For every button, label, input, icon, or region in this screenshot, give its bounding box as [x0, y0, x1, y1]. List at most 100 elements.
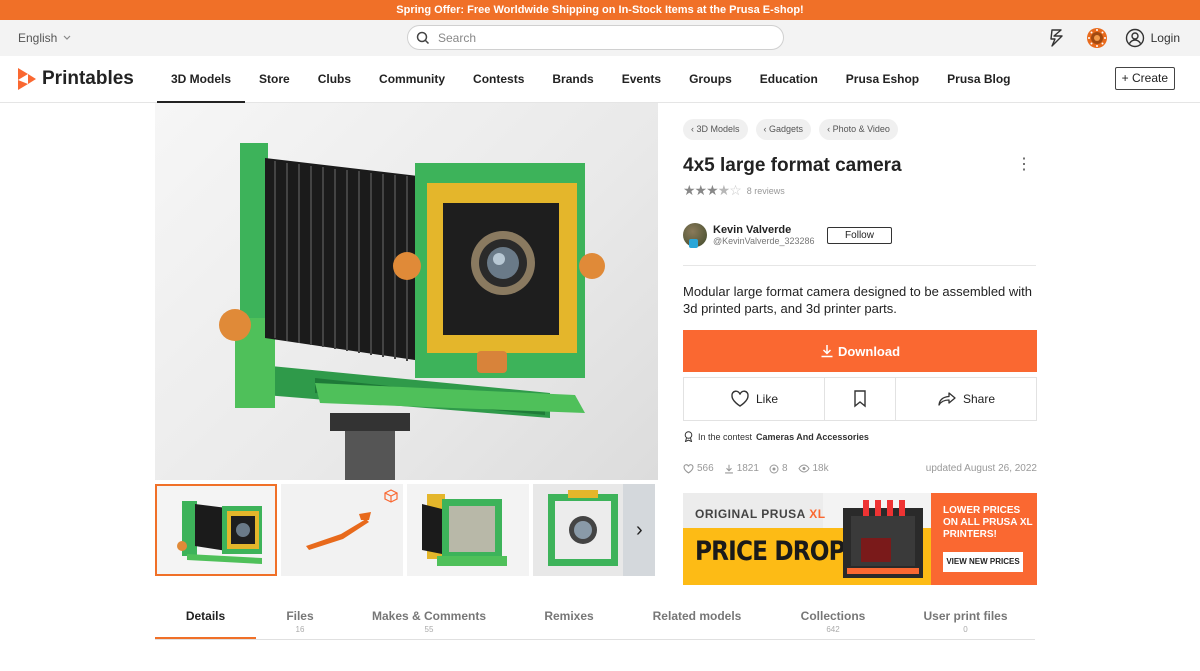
nav-links: 3D Models Store Clubs Community Contests… [157, 56, 1025, 103]
promo-banner[interactable]: Spring Offer: Free Worldwide Shipping on… [0, 0, 1200, 20]
model-rating[interactable]: ★★★★☆ 8 reviews [683, 182, 785, 199]
breadcrumb-photo-video[interactable]: ‹ Photo & Video [819, 119, 898, 140]
model-tabs: Details Files 16 Makes & Comments 55 Remix… [155, 603, 1035, 640]
prusa-xl-ad-banner[interactable]: ORIGINAL PRUSA XL PRICE DROP! LOWER PRIC… [683, 493, 1037, 585]
tab-label: Makes & Comments [371, 609, 487, 623]
tab-user-print-files[interactable]: User print files 0 [896, 603, 1035, 639]
download-button[interactable]: Download [683, 330, 1037, 372]
like-button[interactable]: Like [684, 378, 825, 420]
user-controls: Login [1045, 26, 1180, 50]
nav-item-store[interactable]: Store [245, 56, 304, 103]
views-stat: 18k [797, 463, 829, 474]
thumbnail-2[interactable] [281, 484, 403, 576]
tab-count: 55 [424, 625, 434, 634]
prusameters-badge-icon[interactable] [1085, 26, 1109, 50]
language-selector[interactable]: English [18, 31, 71, 45]
brand-name: Printables [42, 68, 134, 89]
model-main-image[interactable] [155, 103, 658, 480]
model-stats: 566 1821 8 18k updated August 26, 2022 [683, 463, 1037, 474]
create-button[interactable]: + Create [1114, 67, 1175, 90]
tab-related-models[interactable]: Related models [624, 603, 770, 639]
tab-count: 16 [295, 625, 305, 634]
promo-text: Free Worldwide Shipping on In-Stock Item… [464, 4, 804, 16]
follow-button[interactable]: Follow [827, 227, 892, 244]
updated-date: updated August 26, 2022 [925, 463, 1037, 474]
author-handle: @KevinValverde_323286 [713, 236, 815, 246]
camera-photo [219, 143, 605, 480]
login-label: Login [1150, 31, 1180, 45]
ad-headline-b: XL [809, 507, 826, 521]
image-thumbnails [155, 484, 658, 577]
utility-bar: English Search Login [0, 20, 1200, 56]
thumbnail-3[interactable] [407, 484, 529, 576]
breadcrumb-3d-models[interactable]: ‹ 3D Models [683, 119, 748, 140]
heart-icon [731, 390, 749, 407]
printables-logo[interactable]: Printables [16, 66, 134, 92]
thumbnail-1[interactable] [155, 484, 277, 576]
heart-icon [683, 463, 694, 473]
breadcrumb-gadgets[interactable]: ‹ Gadgets [755, 119, 812, 140]
user-icon [1125, 28, 1144, 48]
more-options-icon[interactable]: ⋮ [1016, 154, 1032, 174]
printables-logo-icon [18, 68, 36, 90]
tab-label: Files [286, 609, 314, 623]
ad-headline-a: ORIGINAL PRUSA [695, 507, 810, 521]
ad-price-drop: PRICE DROP! [695, 536, 855, 567]
likes-count: 566 [697, 463, 714, 474]
tab-label: Details [185, 609, 226, 623]
likes-stat: 566 [683, 463, 714, 474]
printer-image [843, 500, 923, 578]
trophy-icon [684, 431, 693, 442]
chevron-right-icon[interactable]: › [636, 519, 643, 542]
tab-collections[interactable]: Collections 642 [770, 603, 896, 639]
nav-item-brands[interactable]: Brands [538, 56, 607, 103]
views-count: 18k [812, 463, 829, 474]
avatar[interactable] [683, 223, 707, 248]
makes-stat: 8 [769, 463, 788, 474]
bookmark-button[interactable] [825, 378, 896, 420]
nav-item-contests[interactable]: Contests [459, 56, 538, 103]
makes-count: 8 [781, 463, 788, 474]
tab-remixes[interactable]: Remixes [514, 603, 624, 639]
nav-item-education[interactable]: Education [746, 56, 832, 103]
tab-details[interactable]: Details [155, 603, 256, 639]
share-icon [938, 392, 956, 406]
tab-makes-comments[interactable]: Makes & Comments 55 [344, 603, 514, 639]
login-button[interactable]: Login [1125, 28, 1180, 48]
nav-item-clubs[interactable]: Clubs [304, 56, 365, 103]
language-label: English [18, 31, 58, 45]
downloads-count: 1821 [736, 463, 759, 474]
nav-item-prusa-blog[interactable]: Prusa Blog [933, 56, 1024, 103]
nav-item-events[interactable]: Events [608, 56, 675, 103]
tab-label: Related models [652, 609, 742, 623]
search-input[interactable]: Search [407, 25, 784, 50]
nav-item-prusa-eshop[interactable]: Prusa Eshop [832, 56, 933, 103]
download-label: Download [837, 343, 901, 359]
share-label: Share [962, 392, 996, 406]
author-block[interactable]: Kevin Valverde @KevinValverde_323286 [683, 223, 815, 248]
nav-item-community[interactable]: Community [365, 56, 459, 103]
chevron-down-icon [63, 35, 71, 40]
contest-info[interactable]: In the contest Cameras And Accessories [683, 431, 869, 442]
ad-view-prices-button[interactable]: VIEW NEW PRICES [943, 552, 1023, 572]
contest-prefix: In the contest [698, 431, 753, 442]
nav-item-3d-models[interactable]: 3D Models [157, 56, 246, 103]
contest-name[interactable]: Cameras And Accessories [756, 432, 869, 442]
download-icon [724, 464, 733, 473]
tab-files[interactable]: Files 16 [256, 603, 344, 639]
ad-headline: ORIGINAL PRUSA XL [695, 507, 826, 521]
model-title: 4x5 large format camera [683, 155, 902, 176]
breadcrumb-label: 3D Models [696, 124, 740, 134]
tab-count: 642 [826, 625, 840, 634]
breadcrumb-label: Photo & Video [832, 124, 890, 134]
printer-filament-icon[interactable] [1045, 26, 1069, 50]
action-bar: Like Share [683, 377, 1037, 421]
breadcrumb-label: Gadgets [769, 124, 804, 134]
verified-badge-icon [689, 239, 698, 248]
bookmark-icon [854, 390, 866, 408]
share-button[interactable]: Share [896, 378, 1036, 420]
download-icon [821, 345, 833, 358]
breadcrumb: ‹ 3D Models ‹ Gadgets ‹ Photo & Video [683, 119, 898, 140]
nav-item-groups[interactable]: Groups [675, 56, 746, 103]
author-name[interactable]: Kevin Valverde [713, 224, 815, 236]
